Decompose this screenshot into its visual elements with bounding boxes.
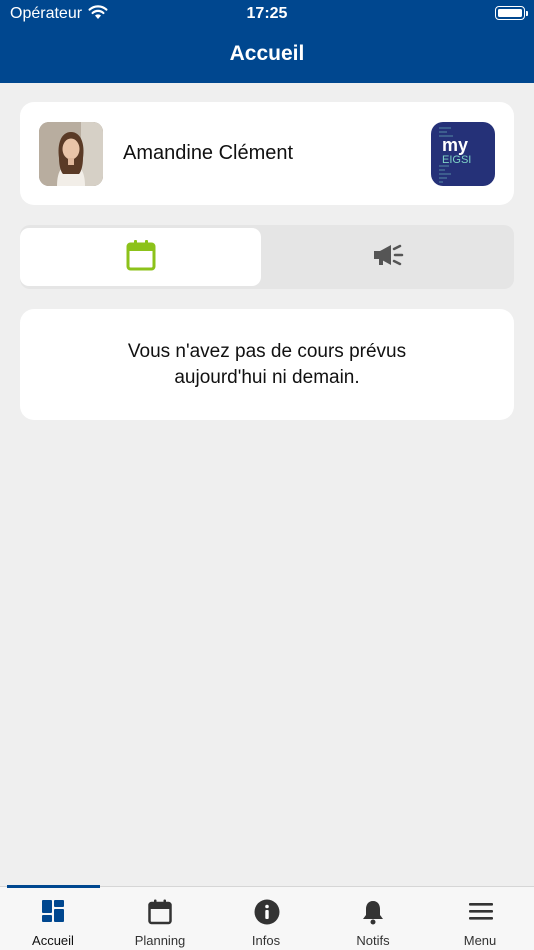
calendar-icon [126, 239, 156, 276]
tab-infos[interactable]: Infos [213, 887, 319, 950]
empty-schedule-message: Vous n'avez pas de cours prévus aujourd'… [127, 340, 407, 388]
tab-label-planning: Planning [134, 933, 186, 948]
tab-menu[interactable]: Menu [427, 887, 533, 950]
tab-planning[interactable]: Planning [107, 887, 213, 950]
user-name: Amandine Clément [123, 142, 294, 164]
avatar[interactable] [39, 122, 103, 186]
bottom-tab-bar: Accueil Planning Infos Notifs Menu [0, 885, 534, 950]
info-icon [254, 899, 280, 925]
tab-accueil[interactable]: Accueil [0, 887, 106, 950]
calendar-icon [148, 899, 172, 925]
page-title: Accueil [229, 42, 305, 65]
tab-label-menu: Menu [463, 933, 497, 948]
tab-label-infos: Infos [251, 933, 281, 948]
bell-icon [361, 899, 385, 925]
battery-icon [495, 6, 528, 20]
tab-label-accueil: Accueil [32, 933, 74, 948]
tab-announcements[interactable] [265, 228, 511, 286]
home-segment-tabs [20, 225, 514, 289]
hamburger-menu-icon [468, 899, 493, 923]
status-time: 17:25 [246, 5, 288, 22]
tab-calendar[interactable] [20, 228, 261, 286]
logo-text-eigsi: EIGSI [442, 154, 471, 166]
dashboard-icon [41, 899, 65, 923]
megaphone-icon [371, 241, 405, 274]
header-bar: Opérateur 17:25 Accueil [0, 0, 534, 83]
myeigsi-logo: my EIGSI [431, 122, 495, 186]
tab-notifs[interactable]: Notifs [320, 887, 426, 950]
logo-text-my: my [442, 135, 468, 155]
empty-schedule-card: Vous n'avez pas de cours prévus aujourd'… [20, 309, 514, 420]
status-bar: Opérateur 17:25 [0, 0, 534, 28]
profile-card[interactable]: Amandine Clément my EIGSI [20, 102, 514, 205]
tab-label-notifs: Notifs [356, 933, 390, 948]
